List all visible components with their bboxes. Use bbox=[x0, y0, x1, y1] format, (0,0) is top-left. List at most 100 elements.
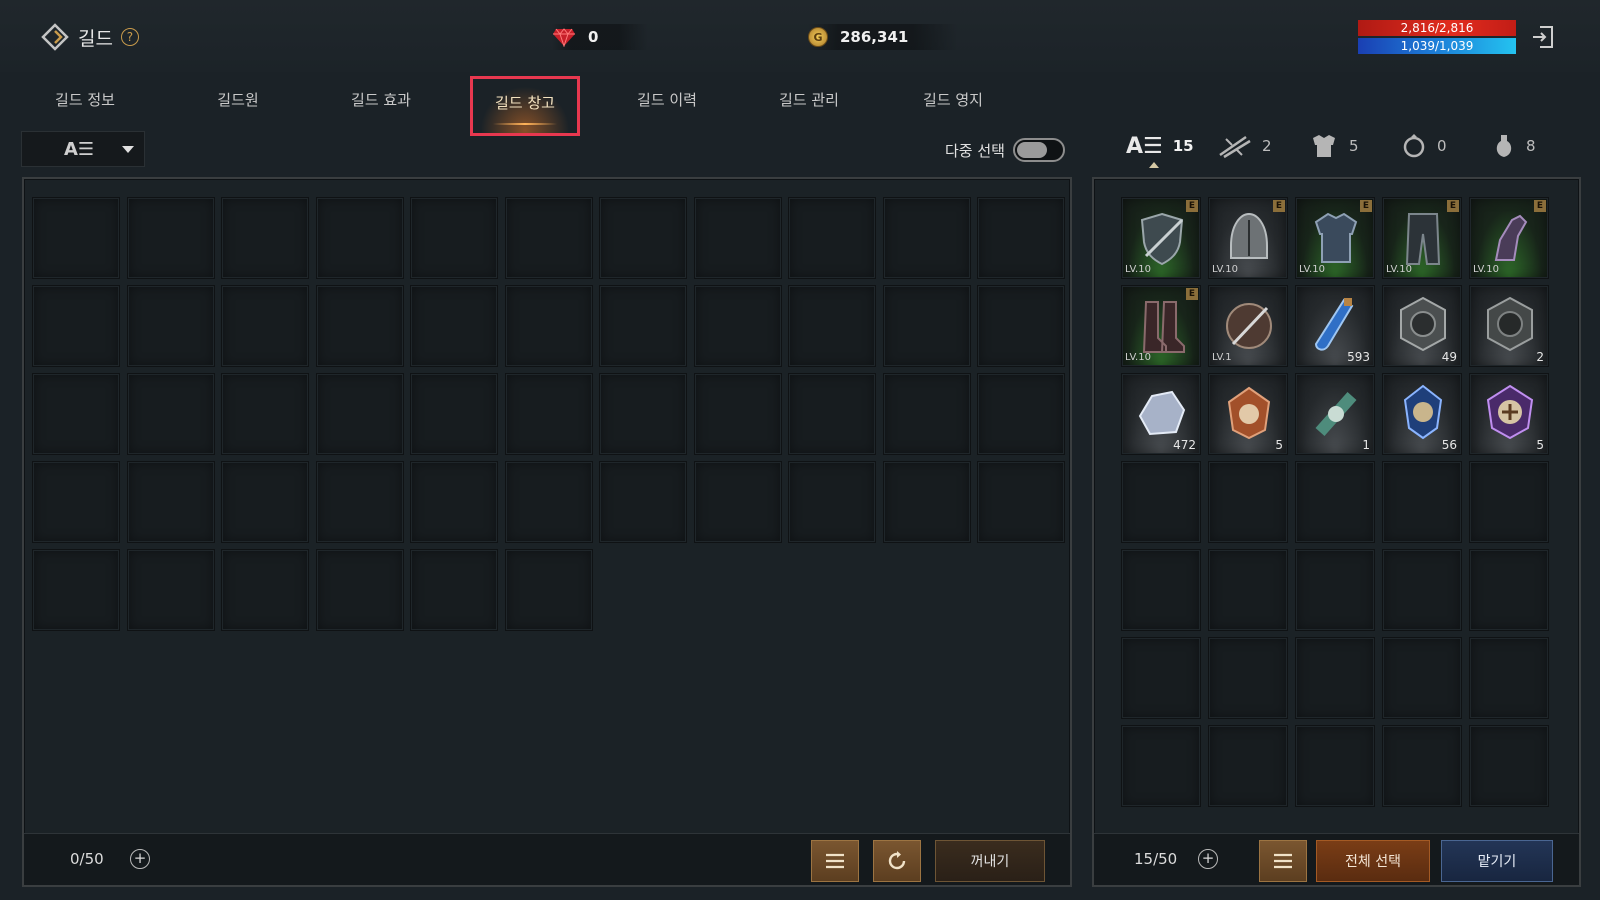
inventory-slot[interactable] bbox=[1208, 461, 1288, 543]
storage-slot[interactable] bbox=[977, 197, 1065, 279]
inventory-slot[interactable] bbox=[1121, 637, 1201, 719]
storage-slot[interactable] bbox=[693, 197, 782, 279]
storage-slot[interactable] bbox=[32, 549, 120, 631]
storage-slot[interactable] bbox=[693, 285, 782, 367]
storage-slot[interactable] bbox=[315, 285, 404, 367]
storage-slot[interactable] bbox=[599, 285, 687, 367]
inventory-item[interactable]: 2 bbox=[1469, 285, 1549, 367]
storage-slot[interactable] bbox=[221, 461, 309, 543]
storage-slot[interactable] bbox=[410, 461, 498, 543]
inventory-item[interactable]: 593 bbox=[1295, 285, 1375, 367]
inventory-item[interactable]: LV.1 bbox=[1208, 285, 1288, 367]
storage-slot[interactable] bbox=[315, 373, 404, 455]
storage-slot[interactable] bbox=[977, 373, 1065, 455]
inventory-item[interactable]: E LV.10 bbox=[1121, 285, 1201, 367]
storage-slot[interactable] bbox=[221, 549, 309, 631]
storage-slot[interactable] bbox=[221, 285, 309, 367]
inventory-slot[interactable] bbox=[1208, 637, 1288, 719]
deposit-button[interactable]: 맡기기 bbox=[1441, 840, 1553, 882]
tab-guild-storage[interactable]: 길드 창고 bbox=[470, 76, 580, 136]
storage-slot[interactable] bbox=[221, 197, 309, 279]
category-all[interactable]: A☰ 15 bbox=[1126, 128, 1194, 164]
storage-slot[interactable] bbox=[32, 285, 120, 367]
inventory-slot[interactable] bbox=[1295, 549, 1375, 631]
inventory-slot[interactable] bbox=[1295, 725, 1375, 807]
storage-slot[interactable] bbox=[32, 373, 120, 455]
storage-slot[interactable] bbox=[599, 197, 687, 279]
inventory-slot[interactable] bbox=[1382, 637, 1462, 719]
storage-slot[interactable] bbox=[126, 197, 215, 279]
inventory-slot[interactable] bbox=[1469, 549, 1549, 631]
storage-slot[interactable] bbox=[126, 285, 215, 367]
inventory-item[interactable]: 5 bbox=[1208, 373, 1288, 455]
inventory-item[interactable]: E LV.10 bbox=[1382, 197, 1462, 279]
storage-slot[interactable] bbox=[599, 373, 687, 455]
inventory-slot[interactable] bbox=[1469, 461, 1549, 543]
help-icon[interactable]: ? bbox=[120, 28, 139, 46]
storage-slot[interactable] bbox=[126, 373, 215, 455]
multi-select-toggle[interactable] bbox=[1012, 138, 1065, 162]
sort-filter-dropdown[interactable]: A☰ bbox=[21, 131, 145, 167]
storage-slot[interactable] bbox=[504, 549, 593, 631]
inventory-item[interactable]: 56 bbox=[1382, 373, 1462, 455]
inventory-slot[interactable] bbox=[1295, 461, 1375, 543]
storage-slot[interactable] bbox=[504, 373, 593, 455]
storage-slot[interactable] bbox=[126, 549, 215, 631]
storage-slot[interactable] bbox=[882, 461, 971, 543]
tab-guild-members[interactable]: 길드원 bbox=[183, 76, 293, 136]
inventory-slot[interactable] bbox=[1469, 637, 1549, 719]
category-accessory[interactable]: 0 bbox=[1401, 128, 1447, 164]
storage-slot[interactable] bbox=[882, 197, 971, 279]
inventory-item[interactable]: 49 bbox=[1382, 285, 1462, 367]
storage-slot[interactable] bbox=[410, 285, 498, 367]
storage-slot[interactable] bbox=[315, 549, 404, 631]
inventory-slot[interactable] bbox=[1208, 549, 1288, 631]
inventory-item[interactable]: 5 bbox=[1469, 373, 1549, 455]
exit-icon[interactable] bbox=[1530, 24, 1556, 50]
storage-slot[interactable] bbox=[693, 461, 782, 543]
inventory-item[interactable]: E LV.10 bbox=[1469, 197, 1549, 279]
tab-guild-territory[interactable]: 길드 영지 bbox=[898, 76, 1008, 136]
inventory-slot[interactable] bbox=[1382, 725, 1462, 807]
storage-slot[interactable] bbox=[788, 197, 876, 279]
inventory-item[interactable]: E LV.10 bbox=[1295, 197, 1375, 279]
storage-slot[interactable] bbox=[221, 373, 309, 455]
storage-slot[interactable] bbox=[788, 373, 876, 455]
refresh-button[interactable] bbox=[873, 840, 921, 882]
inventory-slot[interactable] bbox=[1121, 461, 1201, 543]
select-all-button[interactable]: 전체 선택 bbox=[1316, 840, 1430, 882]
tab-guild-effects[interactable]: 길드 효과 bbox=[326, 76, 436, 136]
storage-slot[interactable] bbox=[32, 461, 120, 543]
storage-slot[interactable] bbox=[410, 197, 498, 279]
storage-slot[interactable] bbox=[882, 285, 971, 367]
inventory-item[interactable]: 1 bbox=[1295, 373, 1375, 455]
storage-slot[interactable] bbox=[32, 197, 120, 279]
inventory-slot[interactable] bbox=[1469, 725, 1549, 807]
tab-guild-history[interactable]: 길드 이력 bbox=[612, 76, 722, 136]
storage-slot[interactable] bbox=[315, 461, 404, 543]
tab-guild-management[interactable]: 길드 관리 bbox=[754, 76, 864, 136]
inventory-slot[interactable] bbox=[1121, 549, 1201, 631]
storage-slot[interactable] bbox=[599, 461, 687, 543]
storage-slot[interactable] bbox=[977, 461, 1065, 543]
storage-slot[interactable] bbox=[410, 373, 498, 455]
inventory-slot[interactable] bbox=[1295, 637, 1375, 719]
sort-list-button[interactable] bbox=[811, 840, 859, 882]
storage-slot[interactable] bbox=[315, 197, 404, 279]
inventory-item[interactable]: E LV.10 bbox=[1208, 197, 1288, 279]
expand-inventory-plus-icon[interactable]: + bbox=[1198, 849, 1218, 869]
withdraw-button[interactable]: 꺼내기 bbox=[935, 840, 1045, 882]
inventory-slot[interactable] bbox=[1121, 725, 1201, 807]
storage-slot[interactable] bbox=[504, 197, 593, 279]
storage-slot[interactable] bbox=[504, 461, 593, 543]
category-consumable[interactable]: 8 bbox=[1492, 128, 1536, 164]
inventory-slot[interactable] bbox=[1382, 461, 1462, 543]
storage-slot[interactable] bbox=[788, 461, 876, 543]
category-armor[interactable]: 5 bbox=[1309, 128, 1359, 164]
inventory-item[interactable]: 472 bbox=[1121, 373, 1201, 455]
storage-slot[interactable] bbox=[504, 285, 593, 367]
storage-slot[interactable] bbox=[410, 549, 498, 631]
storage-slot[interactable] bbox=[126, 461, 215, 543]
inventory-slot[interactable] bbox=[1208, 725, 1288, 807]
storage-slot[interactable] bbox=[977, 285, 1065, 367]
